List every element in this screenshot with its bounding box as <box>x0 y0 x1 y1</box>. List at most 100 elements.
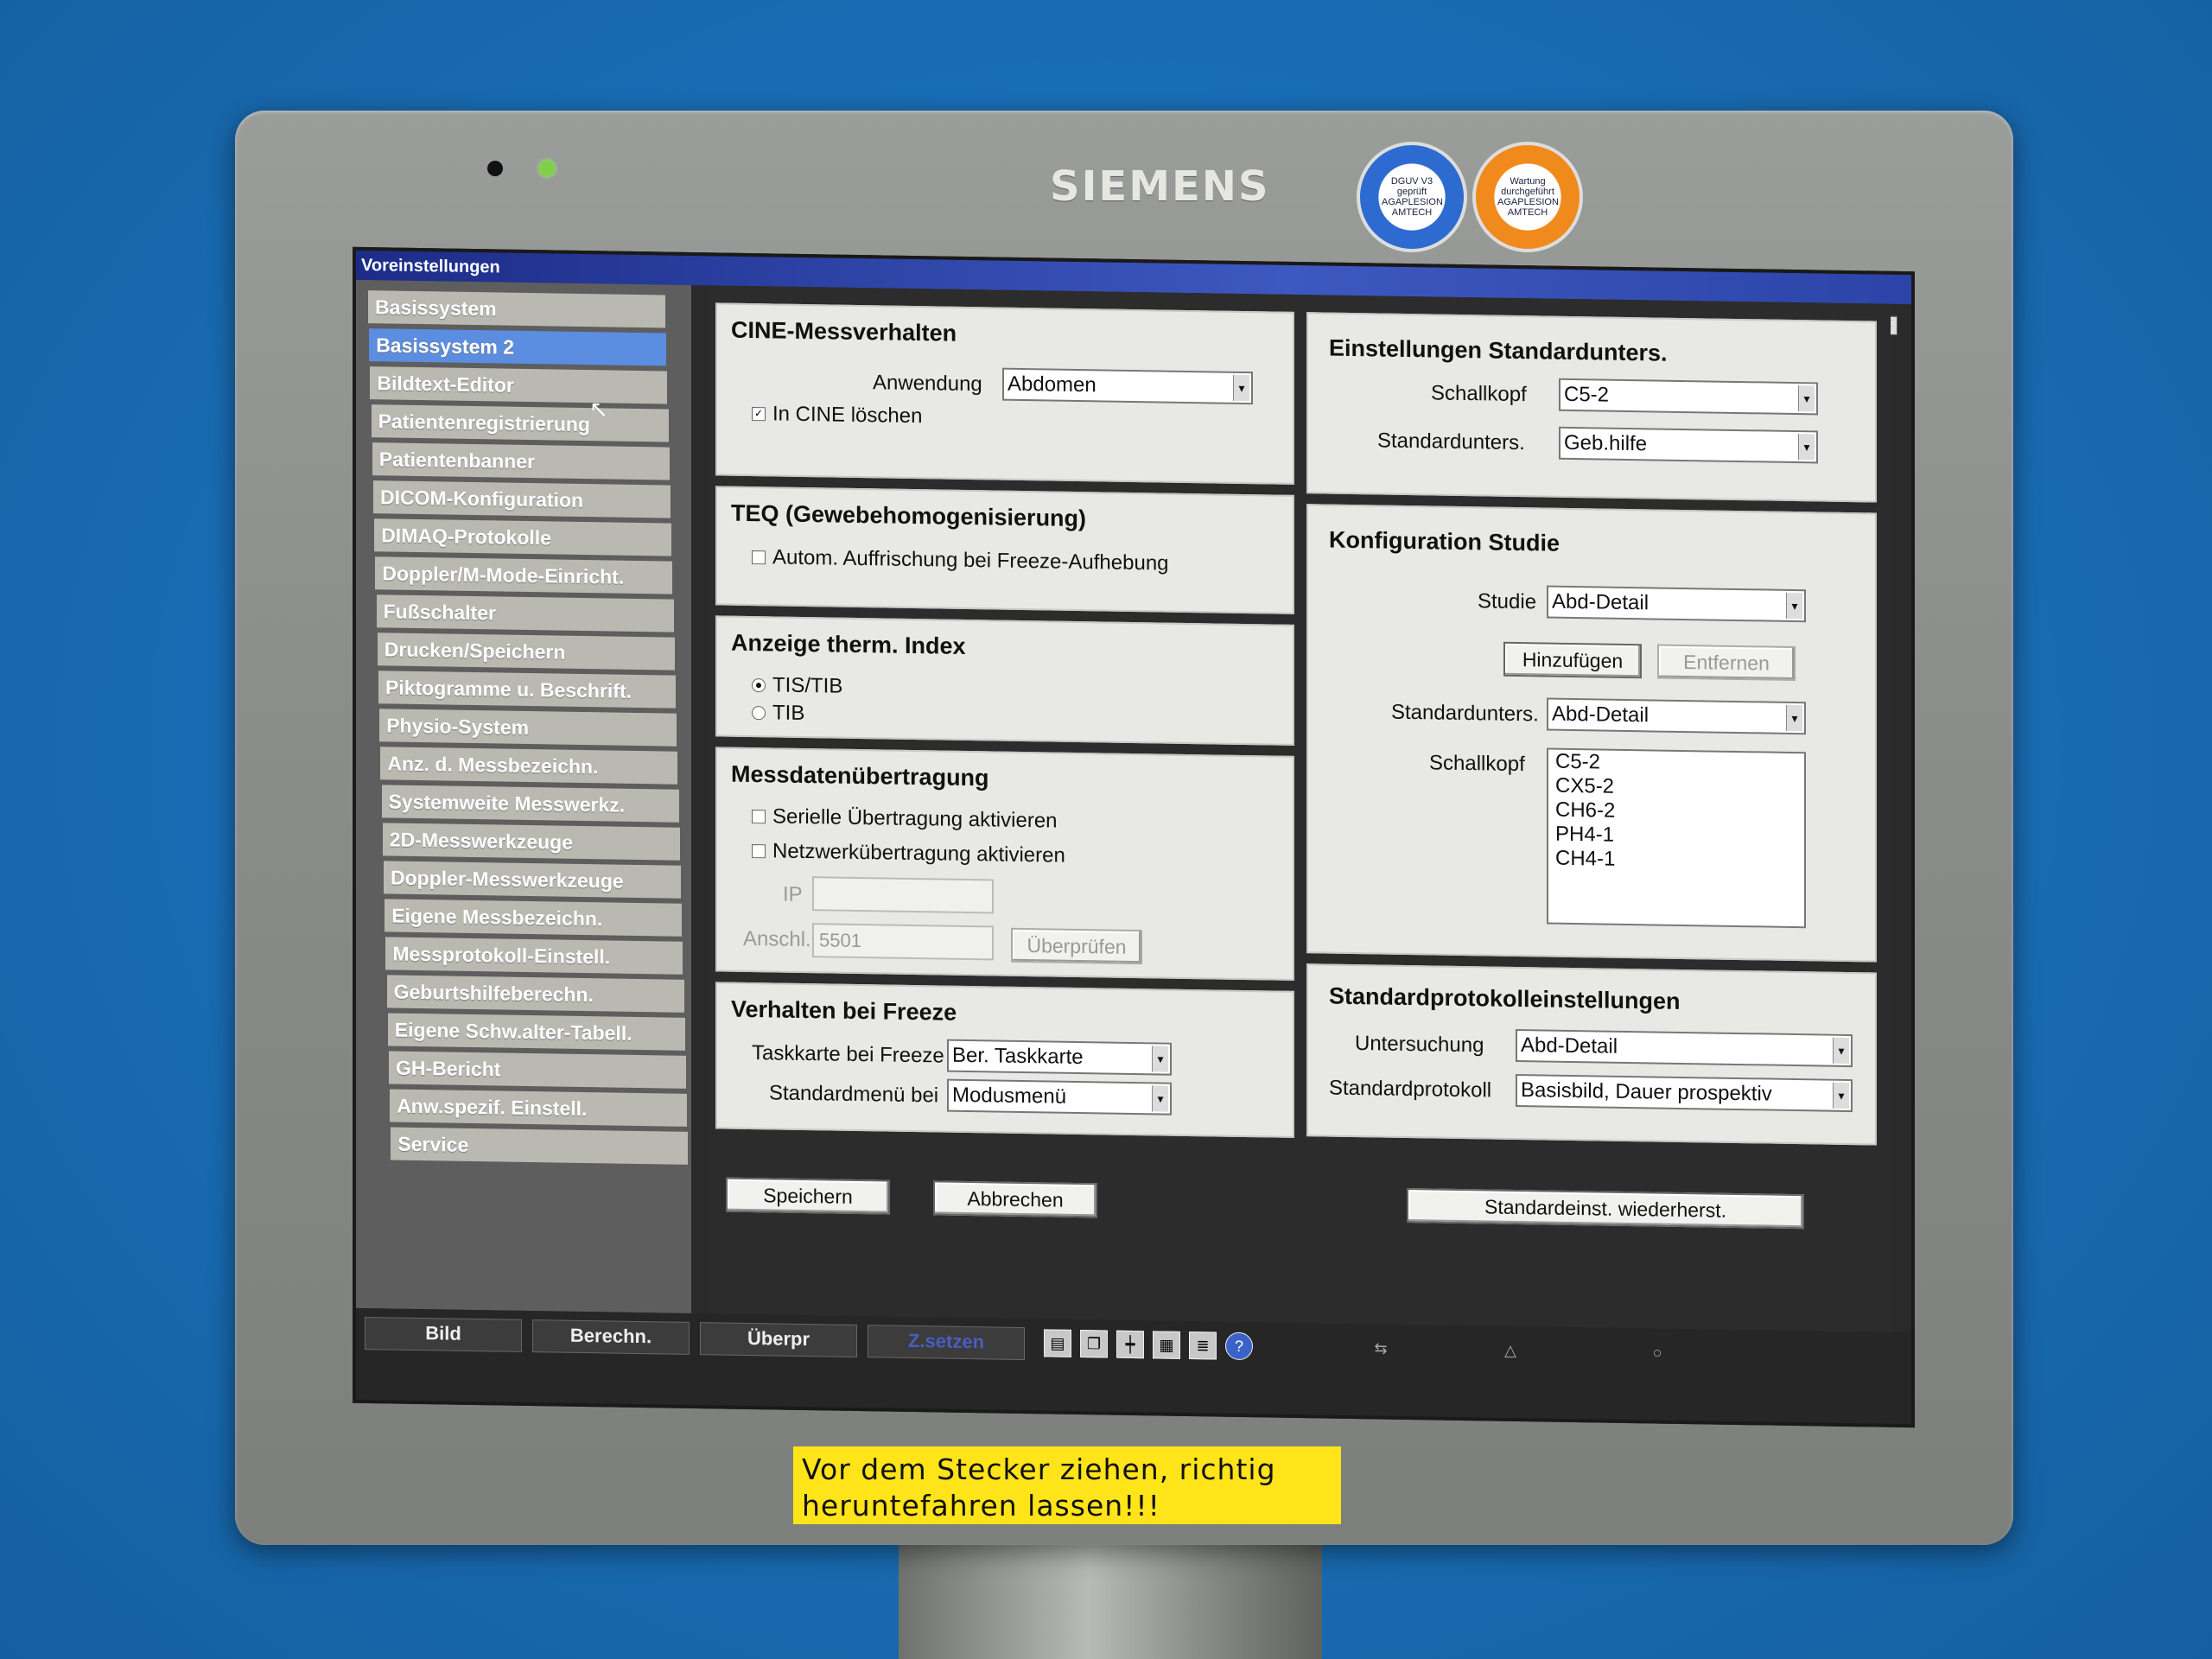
power-led-on <box>539 161 555 176</box>
power-led-off <box>487 161 503 176</box>
sidebar-item-17[interactable]: Messprotokoll-Einstell. <box>385 937 683 975</box>
sidebar-item-14[interactable]: 2D-Messwerkzeuge <box>382 823 680 861</box>
cine-loeschen-label: In CINE löschen <box>772 402 923 429</box>
brand-logo: SIEMENS <box>1050 162 1270 211</box>
radio-tib-label: TIB <box>772 701 805 726</box>
standard-schallkopf-label: Schallkopf <box>1431 381 1527 407</box>
anschl-field[interactable]: 5501 <box>812 923 994 961</box>
sidebar-item-13[interactable]: Systemweite Messwerkz. <box>381 785 679 823</box>
freeze-title: Verhalten bei Freeze <box>731 995 957 1026</box>
sidebar-item-5[interactable]: DICOM-Konfiguration <box>373 480 671 518</box>
chevron-down-icon: ▾ <box>1833 1037 1849 1065</box>
standardmenu-label: Standardmenü bei <box>769 1081 939 1108</box>
therm-index-group: Anzeige therm. Index TIS/TIB TIB <box>715 615 1294 746</box>
studie-select[interactable]: Abd-Detail ▾ <box>1547 585 1806 623</box>
sidebar-item-6[interactable]: DIMAQ-Protokolle <box>374 518 672 556</box>
sidebar-item-4[interactable]: Patientenbanner <box>372 442 670 480</box>
ip-label: IP <box>783 882 803 906</box>
sidebar-item-8[interactable]: Fußschalter <box>376 594 674 632</box>
standardmenu-select[interactable]: Modusmenü ▾ <box>947 1078 1172 1116</box>
netzwerk-checkbox[interactable] <box>752 844 766 859</box>
sidebar-item-11[interactable]: Physio-System <box>379 709 677 747</box>
taskbar-zsetzen-button[interactable]: Z.setzen <box>868 1325 1025 1361</box>
studie-standardunters-select[interactable]: Abd-Detail ▾ <box>1547 697 1806 735</box>
sidebar-item-20[interactable]: GH-Bericht <box>389 1051 686 1089</box>
sidebar-item-18[interactable]: Geburtshilfeberechn. <box>386 975 684 1013</box>
protokoll-group: Standardprotokolleinstellungen Untersuch… <box>1306 963 1877 1146</box>
radio-tistib[interactable] <box>752 678 766 693</box>
grid-icon[interactable]: ▦ <box>1153 1331 1180 1359</box>
sidebar-item-12[interactable]: Anz. d. Messbezeichn. <box>380 747 678 785</box>
chevron-down-icon: ▾ <box>1233 374 1249 402</box>
anschl-label: Anschl. <box>743 926 811 952</box>
sidebar-item-9[interactable]: Drucken/Speichern <box>377 632 675 671</box>
chevron-down-icon: ▾ <box>1798 434 1815 461</box>
taskbar-berechn-button[interactable]: Berechn. <box>532 1319 690 1355</box>
ueberpruefen-button[interactable]: Überprüfen <box>1011 927 1142 965</box>
triangle-icon[interactable]: △ <box>1497 1337 1524 1365</box>
chevron-down-icon: ▾ <box>1786 704 1802 732</box>
studie-standardunters-label: Standardunters. <box>1391 700 1539 727</box>
sidebar-item-10[interactable]: Piktogramme u. Beschrift. <box>378 671 676 709</box>
arrows-icon[interactable]: ⇆ <box>1367 1334 1395 1363</box>
mouse-cursor-icon: ↖ <box>589 396 608 423</box>
standard-schallkopf-select[interactable]: C5-2 ▾ <box>1559 378 1818 416</box>
folder-icon[interactable]: ▤ <box>1044 1329 1071 1357</box>
untersuchung-select[interactable]: Abd-Detail ▾ <box>1516 1028 1853 1068</box>
standard-unters-label: Standardunters. <box>1377 429 1525 455</box>
help-icon[interactable]: ? <box>1225 1332 1253 1361</box>
messdaten-title: Messdatenübertragung <box>731 760 989 791</box>
autom-label: Autom. Auffrischung bei Freeze-Aufhebung <box>772 545 1169 575</box>
sidebar-item-21[interactable]: Anw.spezif. Einstell. <box>390 1089 688 1127</box>
seriell-checkbox[interactable] <box>752 810 766 824</box>
taskkarte-select[interactable]: Ber. Taskkarte ▾ <box>947 1039 1172 1076</box>
sidebar-item-16[interactable]: Eigene Messbezeichn. <box>385 899 683 937</box>
schallkopf-list-item[interactable]: CH4-1 <box>1548 847 1804 875</box>
circle-icon[interactable]: ○ <box>1643 1338 1671 1367</box>
autom-checkbox[interactable] <box>752 550 766 565</box>
studie-group: Konfiguration Studie Studie Abd-Detail ▾ … <box>1306 504 1877 963</box>
standardprotokoll-select[interactable]: Basisbild, Dauer prospektiv ▾ <box>1516 1073 1853 1113</box>
protokoll-title: Standardprotokolleinstellungen <box>1329 982 1681 1014</box>
inspection-sticker: DGUV V3 geprüft AGAPLESION AMTECH <box>1357 142 1467 252</box>
sidebar-item-0[interactable]: Basissystem <box>368 290 665 328</box>
sidebar-item-15[interactable]: Doppler-Messwerkzeuge <box>384 861 681 899</box>
taskbar-ueberpr-button[interactable]: Überpr <box>700 1322 857 1357</box>
sidebar-item-7[interactable]: Doppler/M-Mode-Einricht. <box>375 556 673 594</box>
therm-title: Anzeige therm. Index <box>731 629 966 659</box>
warning-label: Vor dem Stecker ziehen, richtig heruntef… <box>793 1446 1341 1524</box>
document-icon[interactable]: ≣ <box>1189 1332 1217 1360</box>
tree-icon[interactable]: ┿ <box>1116 1330 1144 1359</box>
abbrechen-button[interactable]: Abbrechen <box>933 1180 1097 1218</box>
taskbar-bild-button[interactable]: Bild <box>365 1317 522 1352</box>
studie-title: Konfiguration Studie <box>1329 526 1560 556</box>
sidebar-item-19[interactable]: Eigene Schw.alter-Tabell. <box>387 1013 685 1051</box>
anwendung-label: Anwendung <box>873 371 982 397</box>
standard-unters-select[interactable]: Geb.hilfe ▾ <box>1559 426 1818 464</box>
anwendung-select[interactable]: Abdomen ▾ <box>1002 367 1253 405</box>
standardeinst-button[interactable]: Standardeinst. wiederherst. <box>1407 1187 1804 1230</box>
ip-field[interactable] <box>812 876 994 914</box>
cine-loeschen-checkbox[interactable]: ✓ <box>752 407 766 422</box>
hinzufuegen-button[interactable]: Hinzufügen <box>1503 641 1642 679</box>
schallkopf-listbox[interactable]: C5-2 CX5-2 CH6-2 PH4-1 CH4-1 <box>1547 747 1806 929</box>
maintenance-sticker: Wartung durchgeführt AGAPLESION AMTECH <box>1472 142 1583 252</box>
messdaten-group: Messdatenübertragung Serielle Übertragun… <box>715 747 1294 981</box>
settings-content: CINE-Messverhalten Anwendung Abdomen ▾ ✓ … <box>707 285 1891 1332</box>
copy-icon[interactable]: ❐ <box>1080 1330 1108 1358</box>
sidebar-item-1[interactable]: Basissystem 2 <box>369 328 667 366</box>
standard-group: Einstellungen Standardunters. Schallkopf… <box>1306 312 1877 503</box>
speichern-button[interactable]: Speichern <box>726 1177 890 1215</box>
chevron-down-icon: ▾ <box>1152 1085 1168 1112</box>
sidebar-item-3[interactable]: Patientenregistrierung <box>371 404 669 442</box>
sidebar-item-2[interactable]: Bildtext-Editor <box>370 366 668 404</box>
entfernen-button[interactable]: Entfernen <box>1657 644 1796 682</box>
chevron-down-icon: ▾ <box>1833 1082 1849 1109</box>
freeze-group: Verhalten bei Freeze Taskkarte bei Freez… <box>715 982 1294 1138</box>
radio-tib[interactable] <box>752 706 766 721</box>
teq-title: TEQ (Gewebehomogenisierung) <box>731 499 1087 532</box>
studie-label: Studie <box>1478 589 1537 614</box>
sidebar-item-22[interactable]: Service <box>391 1127 689 1165</box>
window-title: Voreinstellungen <box>361 255 500 277</box>
ultrasound-screen: Voreinstellungen ✕ BasissystemBasissyste… <box>353 246 1915 1428</box>
